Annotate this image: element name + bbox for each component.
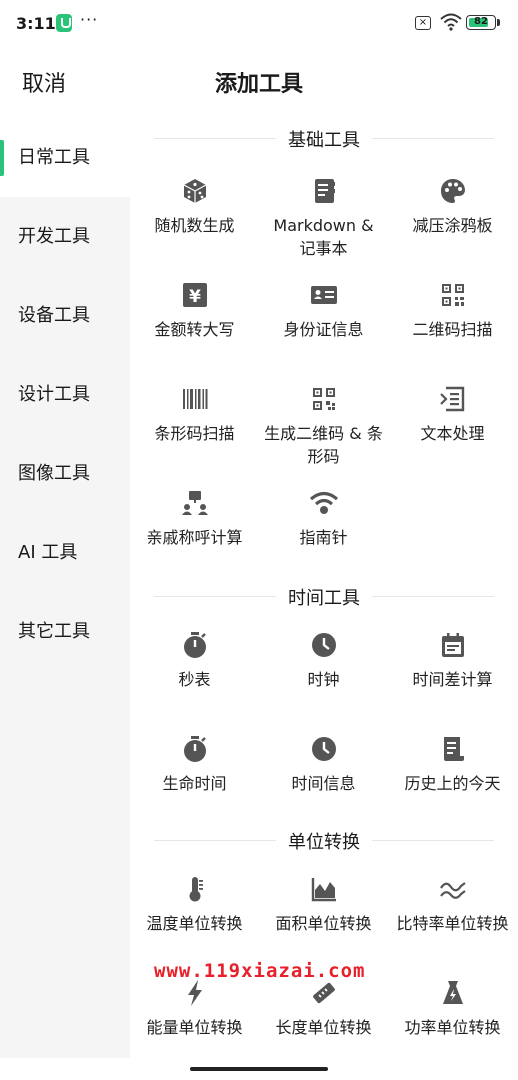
svg-text:¥: ¥	[189, 287, 201, 307]
battery-icon: 82	[466, 15, 496, 30]
tool-history-today[interactable]: 历史上的今天	[388, 734, 517, 834]
tool-length[interactable]: 长度单位转换	[259, 978, 388, 1078]
sidebar-item-dev[interactable]: 开发工具	[0, 197, 130, 276]
page-title: 添加工具	[214, 72, 303, 97]
tool-stopwatch[interactable]: 秒表	[130, 630, 259, 730]
status-bar: 3:11 ··· × 82	[0, 0, 518, 48]
power-bag-icon	[438, 978, 468, 1008]
tool-relative-calc[interactable]: 亲戚称呼计算	[130, 488, 259, 588]
tool-label: 二维码扫描	[412, 320, 493, 339]
barcode-icon	[180, 384, 210, 414]
calendar-icon	[438, 630, 468, 660]
tool-label: 长度单位转换	[275, 1018, 372, 1037]
notebook-icon	[309, 176, 339, 206]
tool-label: 条形码扫描	[154, 424, 235, 443]
wifi-icon	[440, 13, 462, 31]
tool-label: 生命时间	[162, 774, 227, 793]
id-card-icon	[309, 280, 339, 310]
tool-barcode-scan[interactable]: 条形码扫描	[130, 384, 259, 484]
sim-off-icon: ×	[415, 16, 431, 30]
compass-icon	[309, 488, 339, 518]
scroll-icon	[438, 734, 468, 764]
sidebar-item-other[interactable]: 其它工具	[0, 592, 130, 671]
tool-label: 面积单位转换	[275, 914, 372, 933]
tool-label: 历史上的今天	[404, 774, 501, 793]
tool-markdown-notebook[interactable]: Markdown & 记事本	[259, 176, 388, 276]
tool-label: 时间信息	[291, 774, 356, 793]
dice-icon	[180, 176, 210, 206]
tool-temperature[interactable]: 温度单位转换	[130, 874, 259, 974]
sidebar-item-ai[interactable]: AI 工具	[0, 513, 130, 592]
tool-area[interactable]: 面积单位转换	[259, 874, 388, 974]
tool-qr-scan[interactable]: 二维码扫描	[388, 280, 517, 380]
section-header: 基础工具	[130, 118, 518, 158]
tool-label: 秒表	[178, 670, 211, 689]
section-header: 时间工具	[130, 576, 518, 616]
tool-amount-upper[interactable]: ¥ 金额转大写	[130, 280, 259, 380]
tool-label: 生成二维码 & 条形码	[264, 424, 383, 466]
tool-generate-code[interactable]: 生成二维码 & 条形码	[259, 384, 388, 484]
tool-label: 指南针	[299, 528, 348, 547]
tool-clock[interactable]: 时钟	[259, 630, 388, 730]
category-sidebar: 日常工具 开发工具 设备工具 设计工具 图像工具 AI 工具 其它工具	[0, 118, 130, 1058]
qr-code-icon	[309, 384, 339, 414]
section-title: 时间工具	[288, 588, 360, 609]
yuan-icon: ¥	[180, 280, 210, 310]
tool-label: 亲戚称呼计算	[146, 528, 243, 547]
battery-tip	[497, 19, 500, 26]
family-tree-icon	[180, 488, 210, 518]
tool-text-process[interactable]: 文本处理	[388, 384, 517, 484]
tool-label: 减压涂鸦板	[412, 216, 493, 235]
home-indicator[interactable]	[190, 1067, 328, 1071]
thermometer-icon	[180, 874, 210, 904]
area-chart-icon	[309, 874, 339, 904]
watermark-text: www.119xiazai.com	[154, 960, 366, 982]
clock-icon	[309, 734, 339, 764]
tool-time-info[interactable]: 时间信息	[259, 734, 388, 834]
tool-label: 功率单位转换	[404, 1018, 501, 1037]
sidebar-item-device[interactable]: 设备工具	[0, 276, 130, 355]
section-header: 单位转换	[130, 820, 518, 860]
palette-icon	[438, 176, 468, 206]
tool-doodle-board[interactable]: 减压涂鸦板	[388, 176, 517, 276]
stopwatch-icon	[180, 734, 210, 764]
tool-label: 时钟	[307, 670, 340, 689]
status-time: 3:11	[16, 14, 56, 33]
clock-icon	[309, 630, 339, 660]
qr-scan-icon	[438, 280, 468, 310]
tool-label: 金额转大写	[154, 320, 235, 339]
tool-bitrate[interactable]: 比特率单位转换	[388, 874, 517, 974]
tool-energy[interactable]: 能量单位转换	[130, 978, 259, 1078]
tool-label: 身份证信息	[283, 320, 364, 339]
section-title: 基础工具	[288, 130, 360, 151]
ruler-icon	[309, 978, 339, 1008]
text-process-icon	[438, 384, 468, 414]
title-bar: 取消 添加工具	[0, 48, 518, 114]
sidebar-item-image[interactable]: 图像工具	[0, 434, 130, 513]
tool-label: 能量单位转换	[146, 1018, 243, 1037]
tool-id-card[interactable]: 身份证信息	[259, 280, 388, 380]
lightning-icon	[180, 978, 210, 1008]
sidebar-item-daily[interactable]: 日常工具	[0, 118, 130, 197]
tool-label: 随机数生成	[154, 216, 235, 235]
sidebar-item-design[interactable]: 设计工具	[0, 355, 130, 434]
tool-life-time[interactable]: 生命时间	[130, 734, 259, 834]
tool-random-number[interactable]: 随机数生成	[130, 176, 259, 276]
wave-icon	[438, 874, 468, 904]
stopwatch-icon	[180, 630, 210, 660]
tool-label: 比特率单位转换	[396, 914, 509, 933]
tool-label: 时间差计算	[412, 670, 493, 689]
tool-label: 温度单位转换	[146, 914, 243, 933]
tool-power[interactable]: 功率单位转换	[388, 978, 517, 1078]
tool-label: 文本处理	[420, 424, 485, 443]
tool-label: Markdown & 记事本	[273, 216, 374, 258]
shield-icon	[56, 14, 72, 32]
battery-text: 82	[474, 16, 488, 27]
tool-time-diff[interactable]: 时间差计算	[388, 630, 517, 730]
more-notifications-icon: ···	[80, 10, 99, 29]
section-title: 单位转换	[288, 832, 360, 853]
tool-grid: 基础工具 随机数生成 Markdown & 记事本 减压涂鸦板 ¥ 金额转大写 …	[130, 118, 518, 1058]
tool-compass[interactable]: 指南针	[259, 488, 388, 588]
